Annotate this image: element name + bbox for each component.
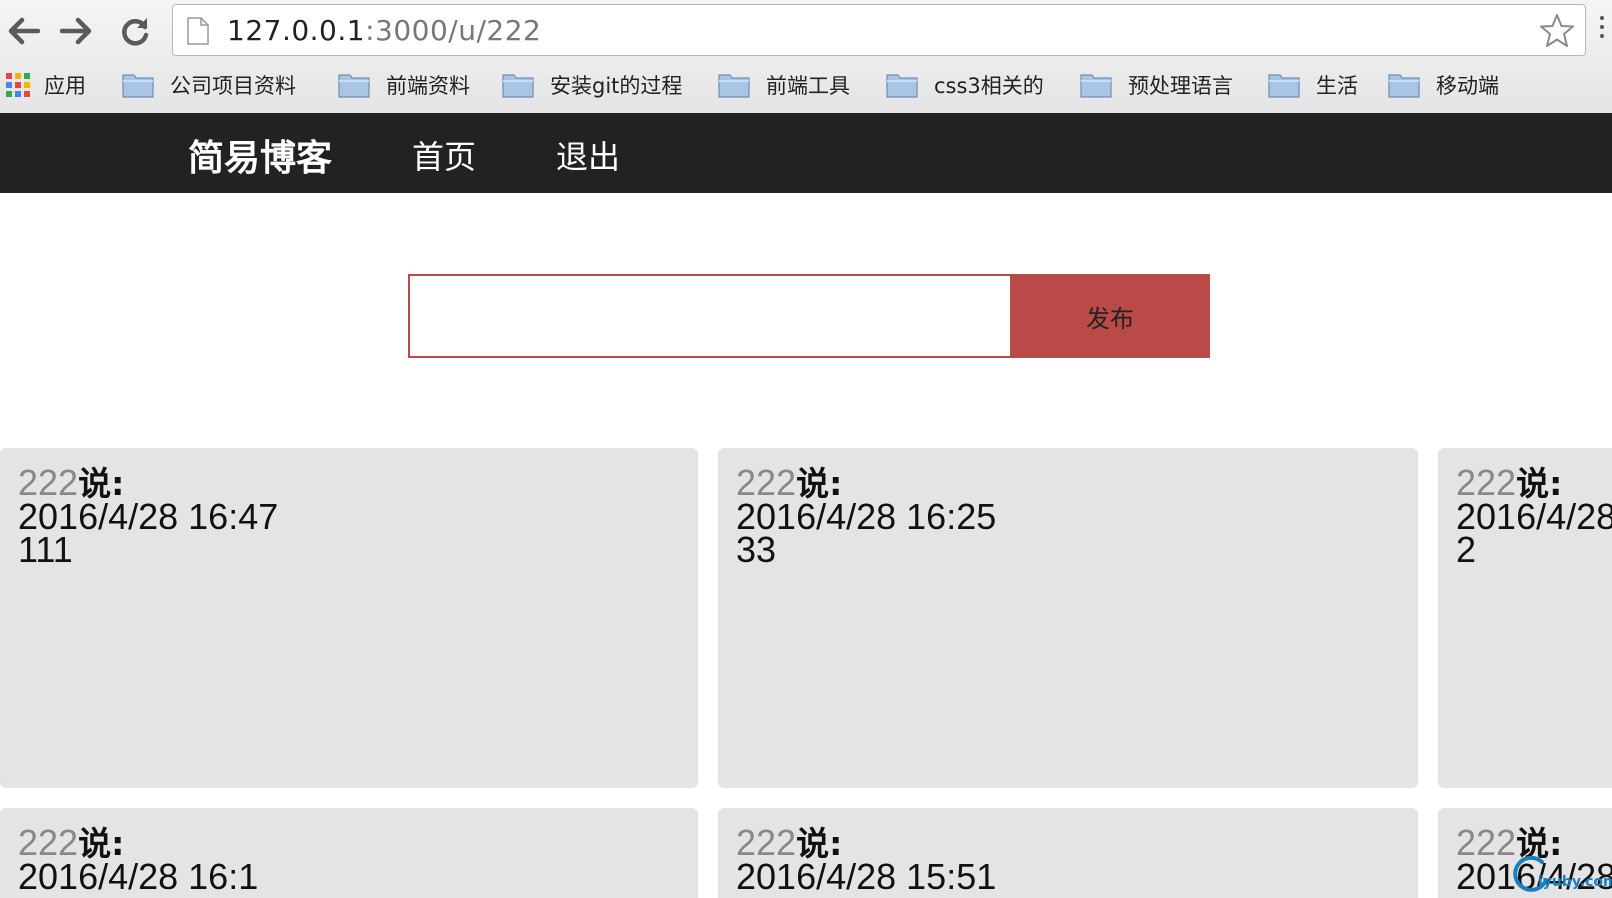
bookmark-star-icon[interactable] bbox=[1539, 13, 1575, 49]
url-path: :3000/u/222 bbox=[365, 14, 542, 47]
bookmark-label: 公司项目资料 bbox=[170, 74, 296, 98]
back-arrow-icon bbox=[8, 17, 40, 45]
reload-icon bbox=[122, 18, 149, 46]
bookmark-label: 生活 bbox=[1316, 74, 1358, 98]
back-button[interactable] bbox=[2, 10, 44, 52]
bookmark-label: css3相关的 bbox=[934, 74, 1044, 98]
url-text: 127.0.0.1:3000/u/222 bbox=[227, 14, 541, 47]
folder-icon bbox=[1080, 74, 1112, 98]
watermark-logo: jyuby.com bbox=[1512, 852, 1612, 898]
post-card: 222说: 2016/4/28 2 bbox=[1438, 448, 1612, 788]
bookmark-folder[interactable]: 前端资料 bbox=[338, 68, 470, 102]
nav-link-logout[interactable]: 退出 bbox=[556, 132, 620, 178]
folder-icon bbox=[122, 74, 154, 98]
post-content-input[interactable] bbox=[408, 274, 1012, 358]
forward-arrow-icon bbox=[60, 17, 92, 45]
post-author-line: 222说: bbox=[736, 465, 1400, 501]
bookmark-label: 应用 bbox=[44, 74, 86, 98]
post-time: 2016/4/28 16:47 bbox=[18, 496, 279, 537]
forward-button[interactable] bbox=[56, 10, 98, 52]
post-time: 2016/4/28 16:25 bbox=[736, 496, 997, 537]
post-card: 222说: 2016/4/28 16:47 111 bbox=[0, 448, 698, 788]
bookmark-folder[interactable]: 前端工具 bbox=[718, 68, 850, 102]
post-time: 2016/4/28 16:1 bbox=[18, 856, 259, 897]
page-icon bbox=[187, 17, 209, 45]
folder-icon bbox=[718, 74, 750, 98]
folder-icon bbox=[338, 74, 370, 98]
bookmark-folder[interactable]: 移动端 bbox=[1388, 68, 1499, 102]
site-navbar: 简易博客 首页 退出 bbox=[0, 113, 1612, 193]
folder-icon bbox=[1388, 74, 1420, 98]
post-time: 2016/4/28 bbox=[1456, 496, 1612, 537]
post-author-line: 222说: bbox=[18, 465, 680, 501]
bookmark-folder[interactable]: 预处理语言 bbox=[1080, 68, 1233, 102]
post-time: 2016/4/28 15:51 bbox=[736, 856, 997, 897]
nav-link-home[interactable]: 首页 bbox=[412, 132, 476, 178]
folder-icon bbox=[886, 74, 918, 98]
folder-icon bbox=[502, 74, 534, 98]
bookmarks-bar: 应用 公司项目资料 前端资料 安装git的过程 前端工具 css3相关的 预处理… bbox=[0, 64, 1612, 106]
url-host: 127.0.0.1 bbox=[227, 14, 366, 47]
apps-grid-icon bbox=[6, 73, 30, 97]
post-author-line: 222说: bbox=[1456, 465, 1594, 501]
browser-toolbar: 127.0.0.1:3000/u/222 应用 公司项目资料 前端资料 安装gi… bbox=[0, 0, 1612, 114]
watermark-text: jyuby.com bbox=[1538, 874, 1612, 890]
post-content: 33 bbox=[736, 529, 777, 570]
bookmark-label: 前端工具 bbox=[766, 74, 850, 98]
bookmark-folder[interactable]: 公司项目资料 bbox=[122, 68, 296, 102]
site-brand[interactable]: 简易博客 bbox=[188, 129, 332, 181]
folder-icon bbox=[1268, 74, 1300, 98]
post-card: 222说: 2016/4/28 15:51 bbox=[718, 808, 1418, 898]
bookmark-folder[interactable]: css3相关的 bbox=[886, 68, 1044, 102]
bookmark-apps[interactable]: 应用 bbox=[6, 68, 86, 102]
post-author-line: 222说: bbox=[18, 825, 680, 861]
bookmark-folder[interactable]: 安装git的过程 bbox=[502, 68, 682, 102]
bookmark-folder[interactable]: 生活 bbox=[1268, 68, 1358, 102]
post-content: 111 bbox=[18, 529, 73, 570]
post-card: 222说: 2016/4/28 16:25 33 bbox=[718, 448, 1418, 788]
post-content: 2 bbox=[1456, 529, 1477, 570]
reload-button[interactable] bbox=[114, 10, 156, 52]
address-bar[interactable]: 127.0.0.1:3000/u/222 bbox=[172, 4, 1586, 56]
post-card: 222说: 2016/4/28 16:1 bbox=[0, 808, 698, 898]
menu-icon[interactable] bbox=[1600, 16, 1606, 46]
publish-button[interactable]: 发布 bbox=[1010, 274, 1210, 358]
bookmark-label: 前端资料 bbox=[386, 74, 470, 98]
bookmark-label: 预处理语言 bbox=[1128, 74, 1233, 98]
bookmark-label: 安装git的过程 bbox=[550, 74, 683, 98]
bookmark-label: 移动端 bbox=[1436, 74, 1499, 98]
post-author-line: 222说: bbox=[736, 825, 1400, 861]
